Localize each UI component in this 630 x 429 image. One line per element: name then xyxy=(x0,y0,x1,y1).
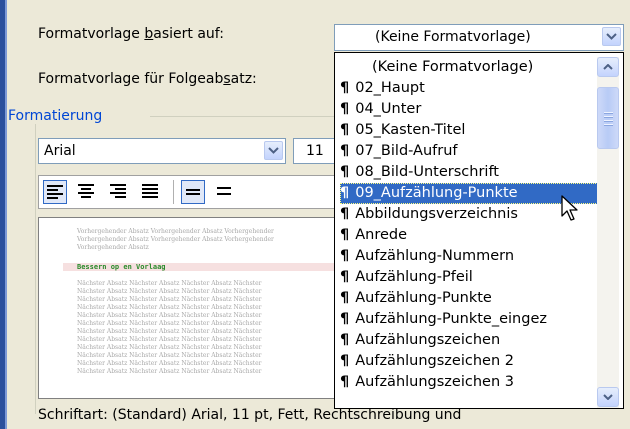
based-on-combo[interactable]: (Keine Formatvorlage) xyxy=(334,24,624,51)
align-right-icon xyxy=(110,184,126,198)
list-item[interactable]: ¶ Anrede xyxy=(340,225,598,246)
group-divider xyxy=(150,116,350,117)
line-spacing-1-5-icon xyxy=(217,187,231,195)
align-left-icon xyxy=(47,185,63,199)
list-item[interactable]: ¶ 07_Bild-Aufruf xyxy=(340,141,598,162)
list-item-none[interactable]: (Keine Formatvorlage) xyxy=(340,57,623,78)
based-on-dropdown-button[interactable] xyxy=(602,27,621,46)
list-item[interactable]: ¶ 02_Haupt xyxy=(340,78,598,99)
preview-next-paragraph: Nächster Absatz Nächster Absatz Nächster… xyxy=(77,360,262,367)
preview-sample-text: Bessern op en Vorlaag xyxy=(77,263,166,271)
align-center-button[interactable] xyxy=(75,180,99,204)
preview-next-paragraph: Nächster Absatz Nächster Absatz Nächster… xyxy=(77,352,262,359)
style-preview: Vorhergehender Absatz Vorhergehender Abs… xyxy=(38,217,338,399)
list-item[interactable]: ¶ Aufzählung-Punkte_eingez xyxy=(340,309,598,330)
line-spacing-single-icon xyxy=(186,189,200,195)
list-item[interactable]: ¶ Aufzählungszeichen 3 xyxy=(340,372,598,393)
preview-next-paragraph: Nächster Absatz Nächster Absatz Nächster… xyxy=(77,336,262,343)
chevron-down-icon xyxy=(606,33,617,40)
based-on-value: (Keine Formatvorlage) xyxy=(375,29,531,45)
list-item[interactable]: ¶ 08_Bild-Unterschrift xyxy=(340,162,598,183)
style-description: Schriftart: (Standard) Arial, 11 pt, Fet… xyxy=(38,407,462,423)
chevron-down-icon xyxy=(268,147,279,154)
list-item[interactable]: ¶ 05_Kasten-Titel xyxy=(340,120,598,141)
scroll-thumb-grip xyxy=(604,124,613,126)
preview-next-paragraph: Nächster Absatz Nächster Absatz Nächster… xyxy=(77,320,262,327)
scroll-thumb[interactable] xyxy=(597,87,619,149)
list-item[interactable]: ¶ Aufzählung-Pfeil xyxy=(340,267,598,288)
scroll-thumb-grip xyxy=(604,120,613,122)
align-right-button[interactable] xyxy=(107,180,131,204)
align-center-icon xyxy=(78,184,94,198)
preview-next-paragraph: Nächster Absatz Nächster Absatz Nächster… xyxy=(77,312,262,319)
based-on-label: Formatvorlage basiert auf: xyxy=(38,26,224,42)
next-style-label: Formatvorlage für Folgeabsatz: xyxy=(38,71,257,87)
preview-next-paragraph: Nächster Absatz Nächster Absatz Nächster… xyxy=(77,328,262,335)
scroll-thumb-grip xyxy=(604,116,613,118)
size-value: 11 xyxy=(306,143,324,159)
list-item[interactable]: ¶ Aufzählung-Punkte xyxy=(340,288,598,309)
justify-icon xyxy=(142,184,158,198)
scroll-down-button[interactable] xyxy=(597,387,619,407)
line-spacing-single-button[interactable] xyxy=(181,180,205,204)
chevron-down-icon xyxy=(603,394,613,400)
preview-next-paragraph: Nächster Absatz Nächster Absatz Nächster… xyxy=(77,304,262,311)
align-left-button[interactable] xyxy=(43,180,67,204)
dropdown-scrollbar[interactable] xyxy=(597,57,619,408)
list-item[interactable]: ¶ 04_Unter xyxy=(340,99,598,120)
chevron-up-icon xyxy=(603,64,613,70)
mouse-pointer-icon xyxy=(561,195,578,221)
justify-button[interactable] xyxy=(139,180,163,204)
font-dropdown-button[interactable] xyxy=(264,141,283,160)
preview-previous-paragraph: Vorhergehender Absatz Vorhergehender Abs… xyxy=(77,236,274,243)
font-value: Arial xyxy=(44,143,76,159)
window-border-highlight xyxy=(5,0,7,429)
list-item[interactable]: ¶ Aufzählungszeichen xyxy=(340,330,598,351)
paragraph-toolbar xyxy=(38,175,338,209)
preview-next-paragraph: Nächster Absatz Nächster Absatz Nächster… xyxy=(77,288,262,295)
scroll-thumb-grip xyxy=(604,112,613,114)
list-item[interactable]: ¶ Aufzählung-Nummern xyxy=(340,246,598,267)
line-spacing-1-5-button[interactable] xyxy=(213,180,237,204)
group-frame-line xyxy=(35,124,36,414)
preview-previous-paragraph: Vorhergehender Absatz Vorhergehender Abs… xyxy=(77,228,274,235)
preview-next-paragraph: Nächster Absatz Nächster Absatz Nächster… xyxy=(77,368,262,375)
formatting-group-label: Formatierung xyxy=(8,108,103,124)
preview-previous-paragraph: Vorhergehender Absatz xyxy=(77,244,149,251)
font-combo[interactable]: Arial xyxy=(38,138,286,164)
preview-next-paragraph: Nächster Absatz Nächster Absatz Nächster… xyxy=(77,280,262,287)
scroll-up-button[interactable] xyxy=(597,57,619,77)
toolbar-separator xyxy=(173,180,174,204)
list-item[interactable]: ¶ Aufzählungszeichen 2 xyxy=(340,351,598,372)
preview-next-paragraph: Nächster Absatz Nächster Absatz Nächster… xyxy=(77,344,262,351)
style-dropdown-list[interactable]: (Keine Formatvorlage) ¶ 02_Haupt ¶ 04_Unte… xyxy=(334,52,624,409)
preview-next-paragraph: Nächster Absatz Nächster Absatz Nächster… xyxy=(77,296,262,303)
